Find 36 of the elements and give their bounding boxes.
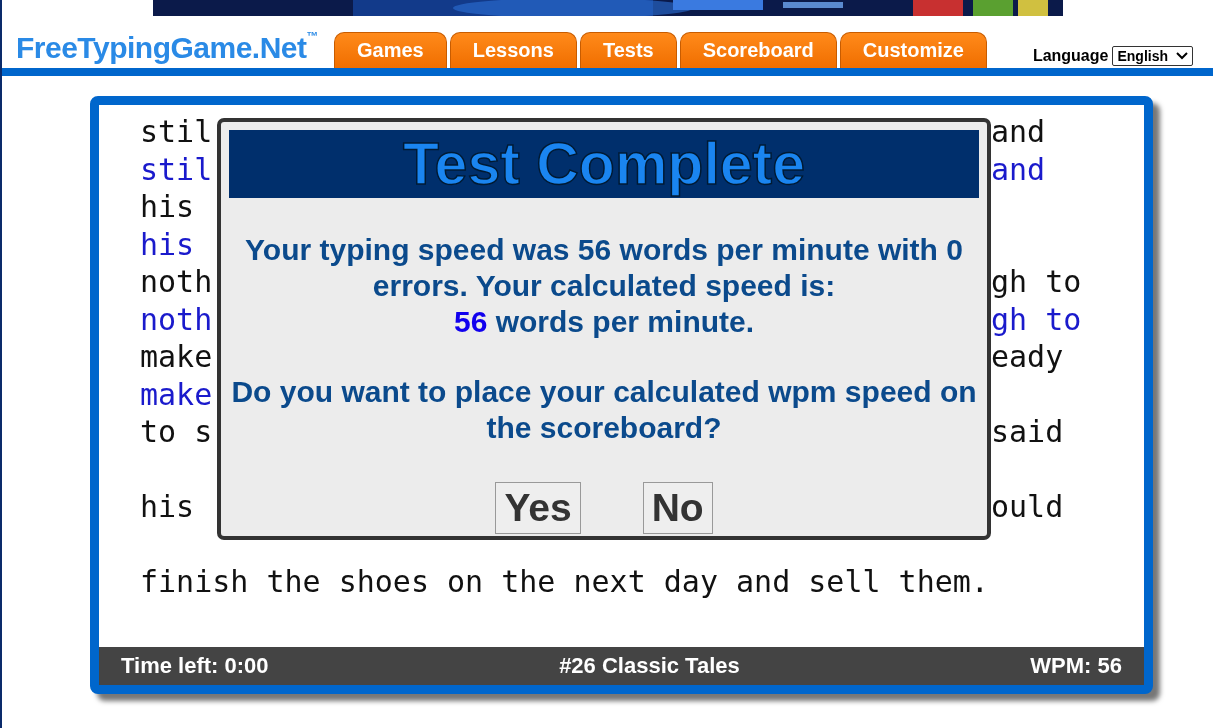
nav-tab[interactable]: Scoreboard xyxy=(679,32,837,68)
dialog-question: Do you want to place your calculated wpm speed on the scoreboard? xyxy=(230,374,978,446)
passage-text: gh to xyxy=(991,301,1082,337)
test-name: #26 Classic Tales xyxy=(559,653,740,679)
passage-text: stil xyxy=(140,151,213,187)
passage-text: stil xyxy=(140,114,213,150)
passage-text: noth xyxy=(140,301,213,337)
site-logo[interactable]: FreeTypingGame.Net$^{™}$ xyxy=(16,31,319,65)
passage-text: ould xyxy=(991,489,1064,525)
result-speed: 56 words per minute. xyxy=(453,304,755,340)
passage-text: gh to xyxy=(991,264,1082,300)
nav-tab[interactable]: Tests xyxy=(579,32,677,68)
dialog-message: Your typing speed was 56 words per minute with 0 errors. Your calculated speed is: xyxy=(244,232,964,304)
passage-text: his xyxy=(140,226,195,262)
dialog-title: Test Complete xyxy=(229,130,979,198)
passage-text: to s xyxy=(140,414,213,450)
language-select[interactable]: English xyxy=(1112,46,1193,66)
nav-tab[interactable]: Games xyxy=(334,32,447,68)
passage-text: and xyxy=(991,151,1046,187)
passage-text: make xyxy=(140,376,213,412)
yes-button[interactable]: Yes xyxy=(495,482,581,534)
wpm-reading: WPM: 56 xyxy=(1030,653,1122,679)
passage-text: and xyxy=(991,114,1046,150)
passage-text: finish the shoes on the next day and sell them. xyxy=(140,564,989,600)
nav-tab[interactable]: Lessons xyxy=(449,32,577,68)
passage-text: his xyxy=(140,189,195,225)
passage-text: noth xyxy=(140,264,213,300)
nav-tab[interactable]: Customize xyxy=(839,32,987,68)
chevron-icon xyxy=(1176,52,1188,60)
passage-text: said xyxy=(991,414,1064,450)
passage-text: his xyxy=(140,489,195,525)
no-button[interactable]: No xyxy=(642,482,713,534)
time-left: Time left: 0:00 xyxy=(121,653,269,679)
passage-text: make xyxy=(140,339,213,375)
passage-text: eady xyxy=(991,339,1064,375)
language-label: Language xyxy=(1032,47,1109,65)
